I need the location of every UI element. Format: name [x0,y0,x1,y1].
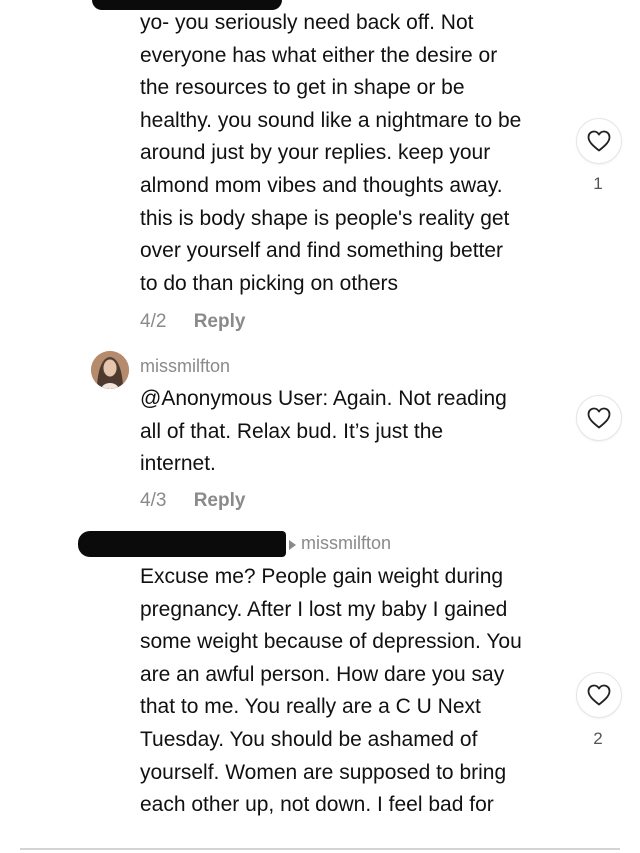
comment-text: @Anonymous User: Again. Not reading all … [140,387,507,476]
avatar[interactable] [91,351,129,389]
reply-button[interactable]: Reply [194,311,246,332]
comment-text: Excuse me? People gain weight during pre… [140,565,522,817]
comment-meta: 4/3 Reply [140,490,245,512]
reply-button[interactable]: Reply [194,490,246,511]
comment-date: 4/2 [140,311,167,332]
like-count: 2 [593,729,603,748]
comment-meta: 4/2 Reply [140,311,245,333]
heart-icon [587,684,611,706]
comment-username[interactable]: missmilfton [140,356,230,377]
avatar-image [91,351,129,389]
like-count: 1 [593,174,603,193]
comment-date: 4/3 [140,490,167,511]
like-button[interactable] [576,672,622,718]
comment-text: yo- you seriously need back off. Not eve… [140,11,522,295]
heart-icon [587,407,611,429]
heart-icon [587,130,611,152]
reply-arrow-icon [289,540,296,550]
like-button[interactable] [576,395,622,441]
redacted-username [78,531,286,557]
divider [20,848,620,850]
like-button[interactable] [576,118,622,164]
reply-to-username[interactable]: missmilfton [301,533,391,554]
